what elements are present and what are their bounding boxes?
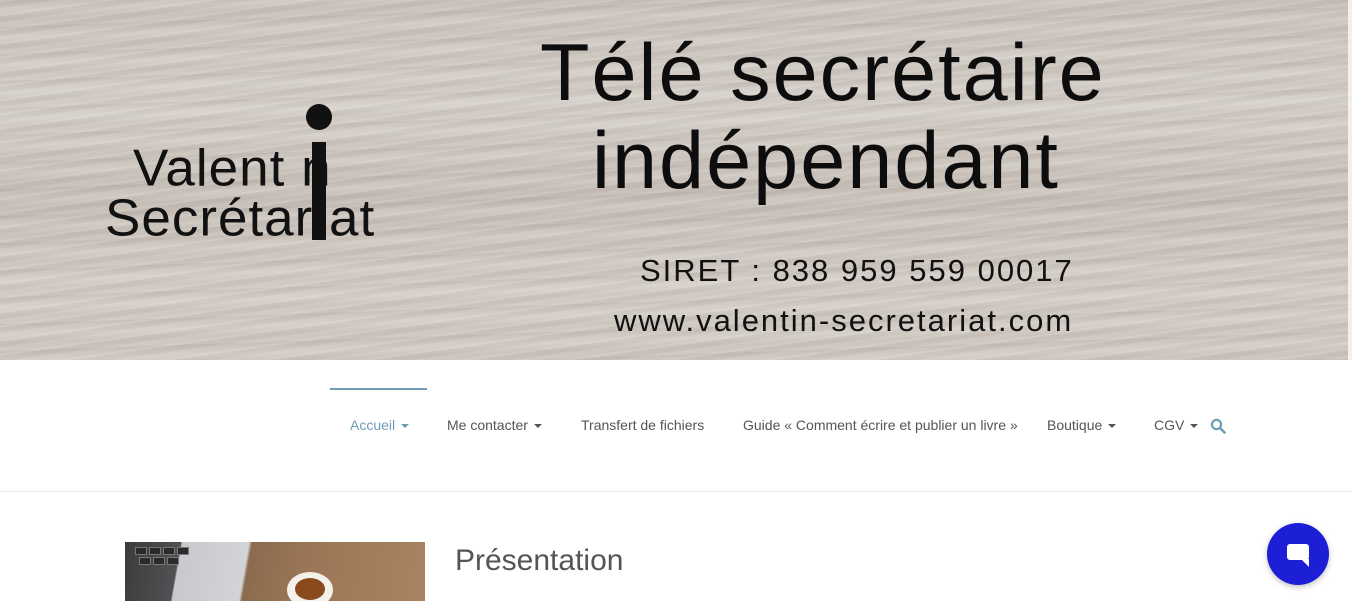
main-content: Présentation [0, 492, 1352, 601]
chat-bubble-icon [1287, 544, 1309, 567]
keyboard-key [135, 547, 147, 555]
logo-text-line2: Secrétar at [105, 189, 376, 248]
headline-line2: indépendant [592, 116, 1060, 206]
main-navigation: Accueil Me contacter Transfert de fichie… [0, 360, 1352, 492]
nav-item-cgv[interactable]: CGV [1154, 417, 1199, 433]
chat-button[interactable] [1267, 523, 1329, 585]
nav-item-accueil[interactable]: Accueil [350, 417, 410, 433]
nav-item-label: Boutique [1047, 417, 1103, 433]
logo-text-line1: Valent n [133, 139, 332, 198]
keyboard-key [177, 547, 189, 555]
nav-item-boutique[interactable]: Boutique [1047, 417, 1117, 433]
nav-item-label: CGV [1154, 417, 1185, 433]
keyboard-key [167, 557, 179, 565]
keyboard-key [149, 547, 161, 555]
nav-item-transfert-de-fichiers[interactable]: Transfert de fichiers [581, 417, 704, 433]
nav-item-label: Transfert de fichiers [581, 417, 705, 433]
chevron-down-icon [533, 424, 542, 429]
nav-item-label: Guide « Comment écrire et publier un liv… [743, 417, 1018, 433]
site-logo[interactable]: Valent n Secrétar at [105, 104, 405, 244]
presentation-image [125, 542, 425, 601]
keyboard-key [139, 557, 151, 565]
headline-line1: Télé secrétaire [540, 28, 1106, 118]
coffee [295, 578, 325, 600]
keyboard-key [153, 557, 165, 565]
chevron-down-icon [401, 424, 410, 429]
header-banner: Valent n Secrétar at Télé secrétaire ind… [0, 0, 1352, 360]
chevron-down-icon [1108, 424, 1117, 429]
search-icon[interactable] [1210, 418, 1226, 434]
website-url: www.valentin-secretariat.com [614, 303, 1074, 338]
keyboard-key [163, 547, 175, 555]
section-title: Présentation [455, 544, 624, 577]
chevron-down-icon [1190, 424, 1199, 429]
nav-item-label: Accueil [350, 417, 396, 433]
siret-number: SIRET : 838 959 559 00017 [640, 253, 1074, 288]
nav-item-guide[interactable]: Guide « Comment écrire et publier un liv… [743, 417, 1018, 433]
logo-dot [306, 104, 332, 130]
nav-item-label: Me contacter [447, 417, 528, 433]
nav-item-me-contacter[interactable]: Me contacter [447, 417, 542, 433]
active-indicator [330, 388, 427, 390]
